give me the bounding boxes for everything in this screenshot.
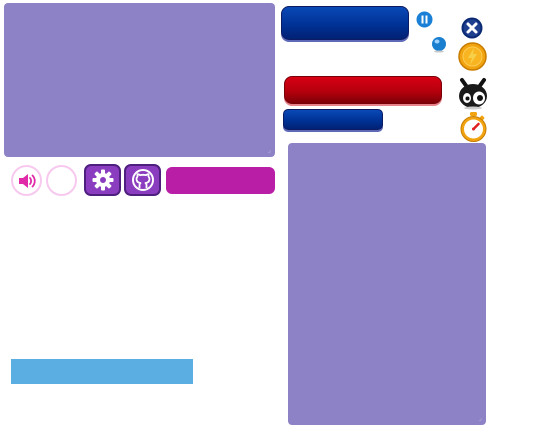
top-left-panel: ⌟: [4, 3, 275, 157]
gold-coin-icon: [458, 42, 487, 71]
blue-orb: [431, 36, 447, 53]
github-icon: [131, 169, 154, 191]
coin[interactable]: [458, 42, 487, 71]
right-panel: ⌟: [288, 143, 486, 425]
panel-corner-mark: ⌟: [267, 146, 271, 154]
red-pill-button[interactable]: [284, 76, 442, 104]
character-avatar[interactable]: [457, 77, 489, 111]
pause-button[interactable]: [416, 11, 433, 28]
timer[interactable]: [459, 111, 488, 143]
sound-button[interactable]: [11, 165, 42, 196]
progress-bar-blue: [11, 359, 193, 384]
panda-head-icon: [459, 78, 487, 110]
stopwatch-icon: [460, 112, 487, 142]
magenta-action-bar[interactable]: [166, 167, 275, 194]
close-icon: [461, 17, 483, 39]
settings-button[interactable]: [84, 164, 121, 196]
pause-icon: [416, 11, 433, 28]
gear-icon: [92, 169, 113, 191]
blue-pill-button-small[interactable]: [283, 109, 383, 130]
speaker-icon: [18, 173, 36, 188]
close-button[interactable]: [461, 17, 483, 39]
blue-pill-button-large[interactable]: [281, 6, 409, 40]
blue-orb-icon: [432, 37, 446, 53]
github-button[interactable]: [124, 164, 161, 196]
empty-round-button[interactable]: [46, 165, 77, 196]
panel-corner-mark: ⌟: [478, 414, 482, 422]
